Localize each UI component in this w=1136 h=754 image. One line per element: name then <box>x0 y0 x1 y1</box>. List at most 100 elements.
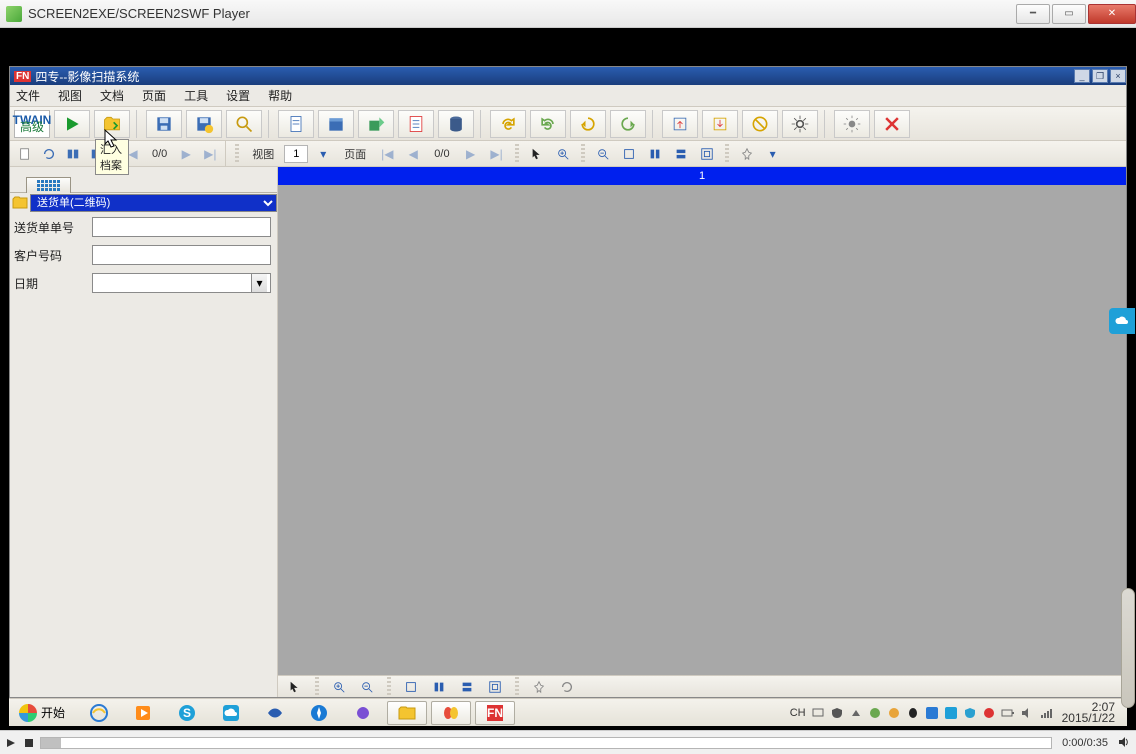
rotate-left-button[interactable] <box>570 110 606 138</box>
menu-view[interactable]: 视图 <box>58 87 82 104</box>
new-doc-icon[interactable] <box>14 144 36 164</box>
status-fit-width-icon[interactable] <box>428 677 450 697</box>
redo-button[interactable] <box>490 110 526 138</box>
undo-button[interactable] <box>530 110 566 138</box>
more-dropdown-icon[interactable]: ▾ <box>762 144 784 164</box>
view-dual-icon[interactable] <box>62 144 84 164</box>
menu-document[interactable]: 文档 <box>100 87 124 104</box>
player-volume-icon[interactable] <box>1118 736 1132 750</box>
player-play-button[interactable] <box>4 736 18 750</box>
customer-no-input[interactable] <box>92 245 271 265</box>
save-button[interactable] <box>146 110 182 138</box>
task-link-icon[interactable] <box>431 701 471 725</box>
list-button[interactable] <box>398 110 434 138</box>
settings-gear-button[interactable] <box>782 110 818 138</box>
side-cloud-tab[interactable] <box>1109 308 1135 334</box>
tray-shield-icon[interactable] <box>830 706 844 720</box>
task-ie-icon[interactable] <box>79 701 119 725</box>
taskbar-clock[interactable]: 2:07 2015/1/22 <box>1058 702 1119 724</box>
pointer-icon[interactable] <box>526 144 548 164</box>
archive-button[interactable] <box>318 110 354 138</box>
status-pin-icon[interactable] <box>528 677 550 697</box>
fit-page-icon[interactable] <box>618 144 640 164</box>
zoom-out-icon[interactable] <box>592 144 614 164</box>
lang-indicator[interactable]: CH <box>790 707 806 719</box>
menubar: 文件 视图 文档 页面 工具 设置 帮助 <box>10 85 1126 107</box>
tray-volume-icon[interactable] <box>1020 706 1034 720</box>
import-file-button[interactable]: 汇入档案 <box>94 110 130 138</box>
tray-cloud2-icon[interactable] <box>944 706 958 720</box>
app-close-button[interactable]: × <box>1110 69 1126 83</box>
keyboard-tab[interactable] <box>26 177 71 193</box>
refresh-icon[interactable] <box>38 144 60 164</box>
app-restore-button[interactable]: ❐ <box>1092 69 1108 83</box>
deny-button[interactable] <box>742 110 778 138</box>
tray-bluetooth-icon[interactable] <box>925 706 939 720</box>
menu-file[interactable]: 文件 <box>16 87 40 104</box>
status-zoom-in-icon[interactable] <box>328 677 350 697</box>
task-fn-icon[interactable]: FN <box>475 701 515 725</box>
pin-icon[interactable] <box>736 144 758 164</box>
delivery-no-input[interactable] <box>92 217 271 237</box>
tray-green-icon[interactable] <box>868 706 882 720</box>
delete-button[interactable] <box>874 110 910 138</box>
document-button[interactable] <box>278 110 314 138</box>
viewer-tab-header[interactable]: 1 <box>278 167 1126 185</box>
export-button[interactable] <box>358 110 394 138</box>
preview-button[interactable] <box>226 110 262 138</box>
close-button[interactable]: ✕ <box>1088 4 1136 24</box>
task-cloud-icon[interactable] <box>211 701 251 725</box>
view-number-input[interactable] <box>284 145 308 163</box>
minimize-button[interactable]: ━ <box>1016 4 1050 24</box>
status-pointer-icon[interactable] <box>284 677 306 697</box>
actual-size-icon[interactable] <box>696 144 718 164</box>
menu-page[interactable]: 页面 <box>142 87 166 104</box>
image-viewer[interactable] <box>278 185 1126 675</box>
brightness-button[interactable] <box>834 110 870 138</box>
status-fit-height-icon[interactable] <box>456 677 478 697</box>
tray-up-icon[interactable] <box>849 706 863 720</box>
crop-out-button[interactable] <box>702 110 738 138</box>
task-compass-icon[interactable] <box>299 701 339 725</box>
tray-network-icon[interactable] <box>1039 706 1053 720</box>
tray-orange-icon[interactable] <box>887 706 901 720</box>
task-skype-icon[interactable]: S <box>167 701 207 725</box>
task-vs-icon[interactable] <box>343 701 383 725</box>
zoom-in-icon[interactable] <box>552 144 574 164</box>
tray-beats-icon[interactable] <box>982 706 996 720</box>
player-seekbar[interactable] <box>40 737 1052 749</box>
document-type-select[interactable]: 送货单(二维码) <box>30 194 277 212</box>
side-scroll-handle[interactable] <box>1121 588 1135 708</box>
crop-in-button[interactable] <box>662 110 698 138</box>
scan-button[interactable] <box>54 110 90 138</box>
maximize-button[interactable]: ▭ <box>1052 4 1086 24</box>
task-media-icon[interactable] <box>123 701 163 725</box>
status-fit-page-icon[interactable] <box>400 677 422 697</box>
tray-security-icon[interactable] <box>963 706 977 720</box>
task-bird-icon[interactable] <box>255 701 295 725</box>
save-as-button[interactable] <box>186 110 222 138</box>
status-zoom-out-icon[interactable] <box>356 677 378 697</box>
menu-settings[interactable]: 设置 <box>226 87 250 104</box>
task-explorer-icon[interactable] <box>387 701 427 725</box>
tray-desktop-icon[interactable] <box>811 706 825 720</box>
start-button[interactable]: 开始 <box>13 704 71 722</box>
date-input[interactable]: ▾ <box>92 273 271 293</box>
fit-width-icon[interactable] <box>644 144 666 164</box>
player-stop-button[interactable] <box>22 736 36 750</box>
tray-qq-icon[interactable] <box>906 706 920 720</box>
tray-battery-icon[interactable] <box>1001 706 1015 720</box>
player-title: SCREEN2EXE/SCREEN2SWF Player <box>28 6 1014 21</box>
twain-button[interactable]: TWAIN 高级 <box>14 110 50 138</box>
doc-counter: 0/0 <box>146 148 173 160</box>
status-refresh-icon[interactable] <box>556 677 578 697</box>
rotate-right-button[interactable] <box>610 110 646 138</box>
view-dropdown-icon[interactable]: ▾ <box>312 144 334 164</box>
menu-help[interactable]: 帮助 <box>268 87 292 104</box>
app-minimize-button[interactable]: _ <box>1074 69 1090 83</box>
fit-height-icon[interactable] <box>670 144 692 164</box>
menu-tools[interactable]: 工具 <box>184 87 208 104</box>
status-actual-size-icon[interactable] <box>484 677 506 697</box>
database-button[interactable] <box>438 110 474 138</box>
chevron-down-icon[interactable]: ▾ <box>251 274 267 292</box>
